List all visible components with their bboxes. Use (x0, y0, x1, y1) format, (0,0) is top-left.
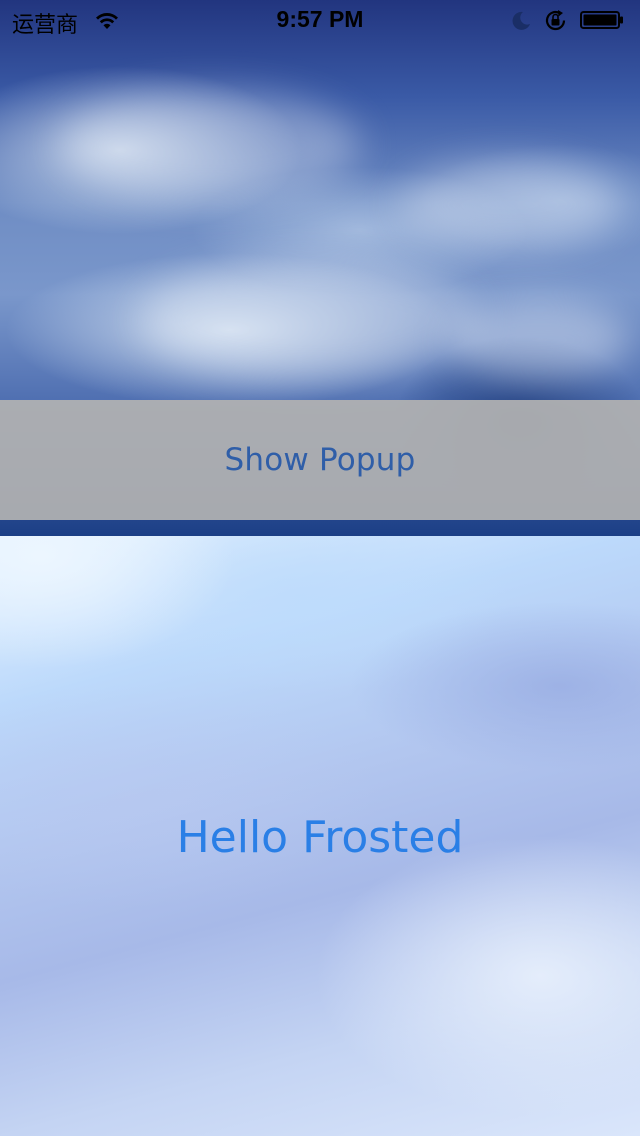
rotation-lock-icon (545, 10, 566, 31)
frosted-panel: Hello Frosted (0, 536, 640, 1136)
wifi-icon (96, 13, 118, 29)
hello-frosted-label: Hello Frosted (176, 812, 464, 863)
show-popup-label: Show Popup (224, 442, 416, 478)
app-screen: 运营商 9:57 PM Show Popup Hello Frosted (0, 0, 640, 1136)
status-bar: 运营商 9:57 PM (0, 0, 640, 40)
show-popup-button[interactable]: Show Popup (0, 400, 640, 520)
moon-icon (512, 11, 530, 30)
carrier-label: 运营商 (12, 13, 79, 38)
battery-icon (580, 11, 623, 29)
